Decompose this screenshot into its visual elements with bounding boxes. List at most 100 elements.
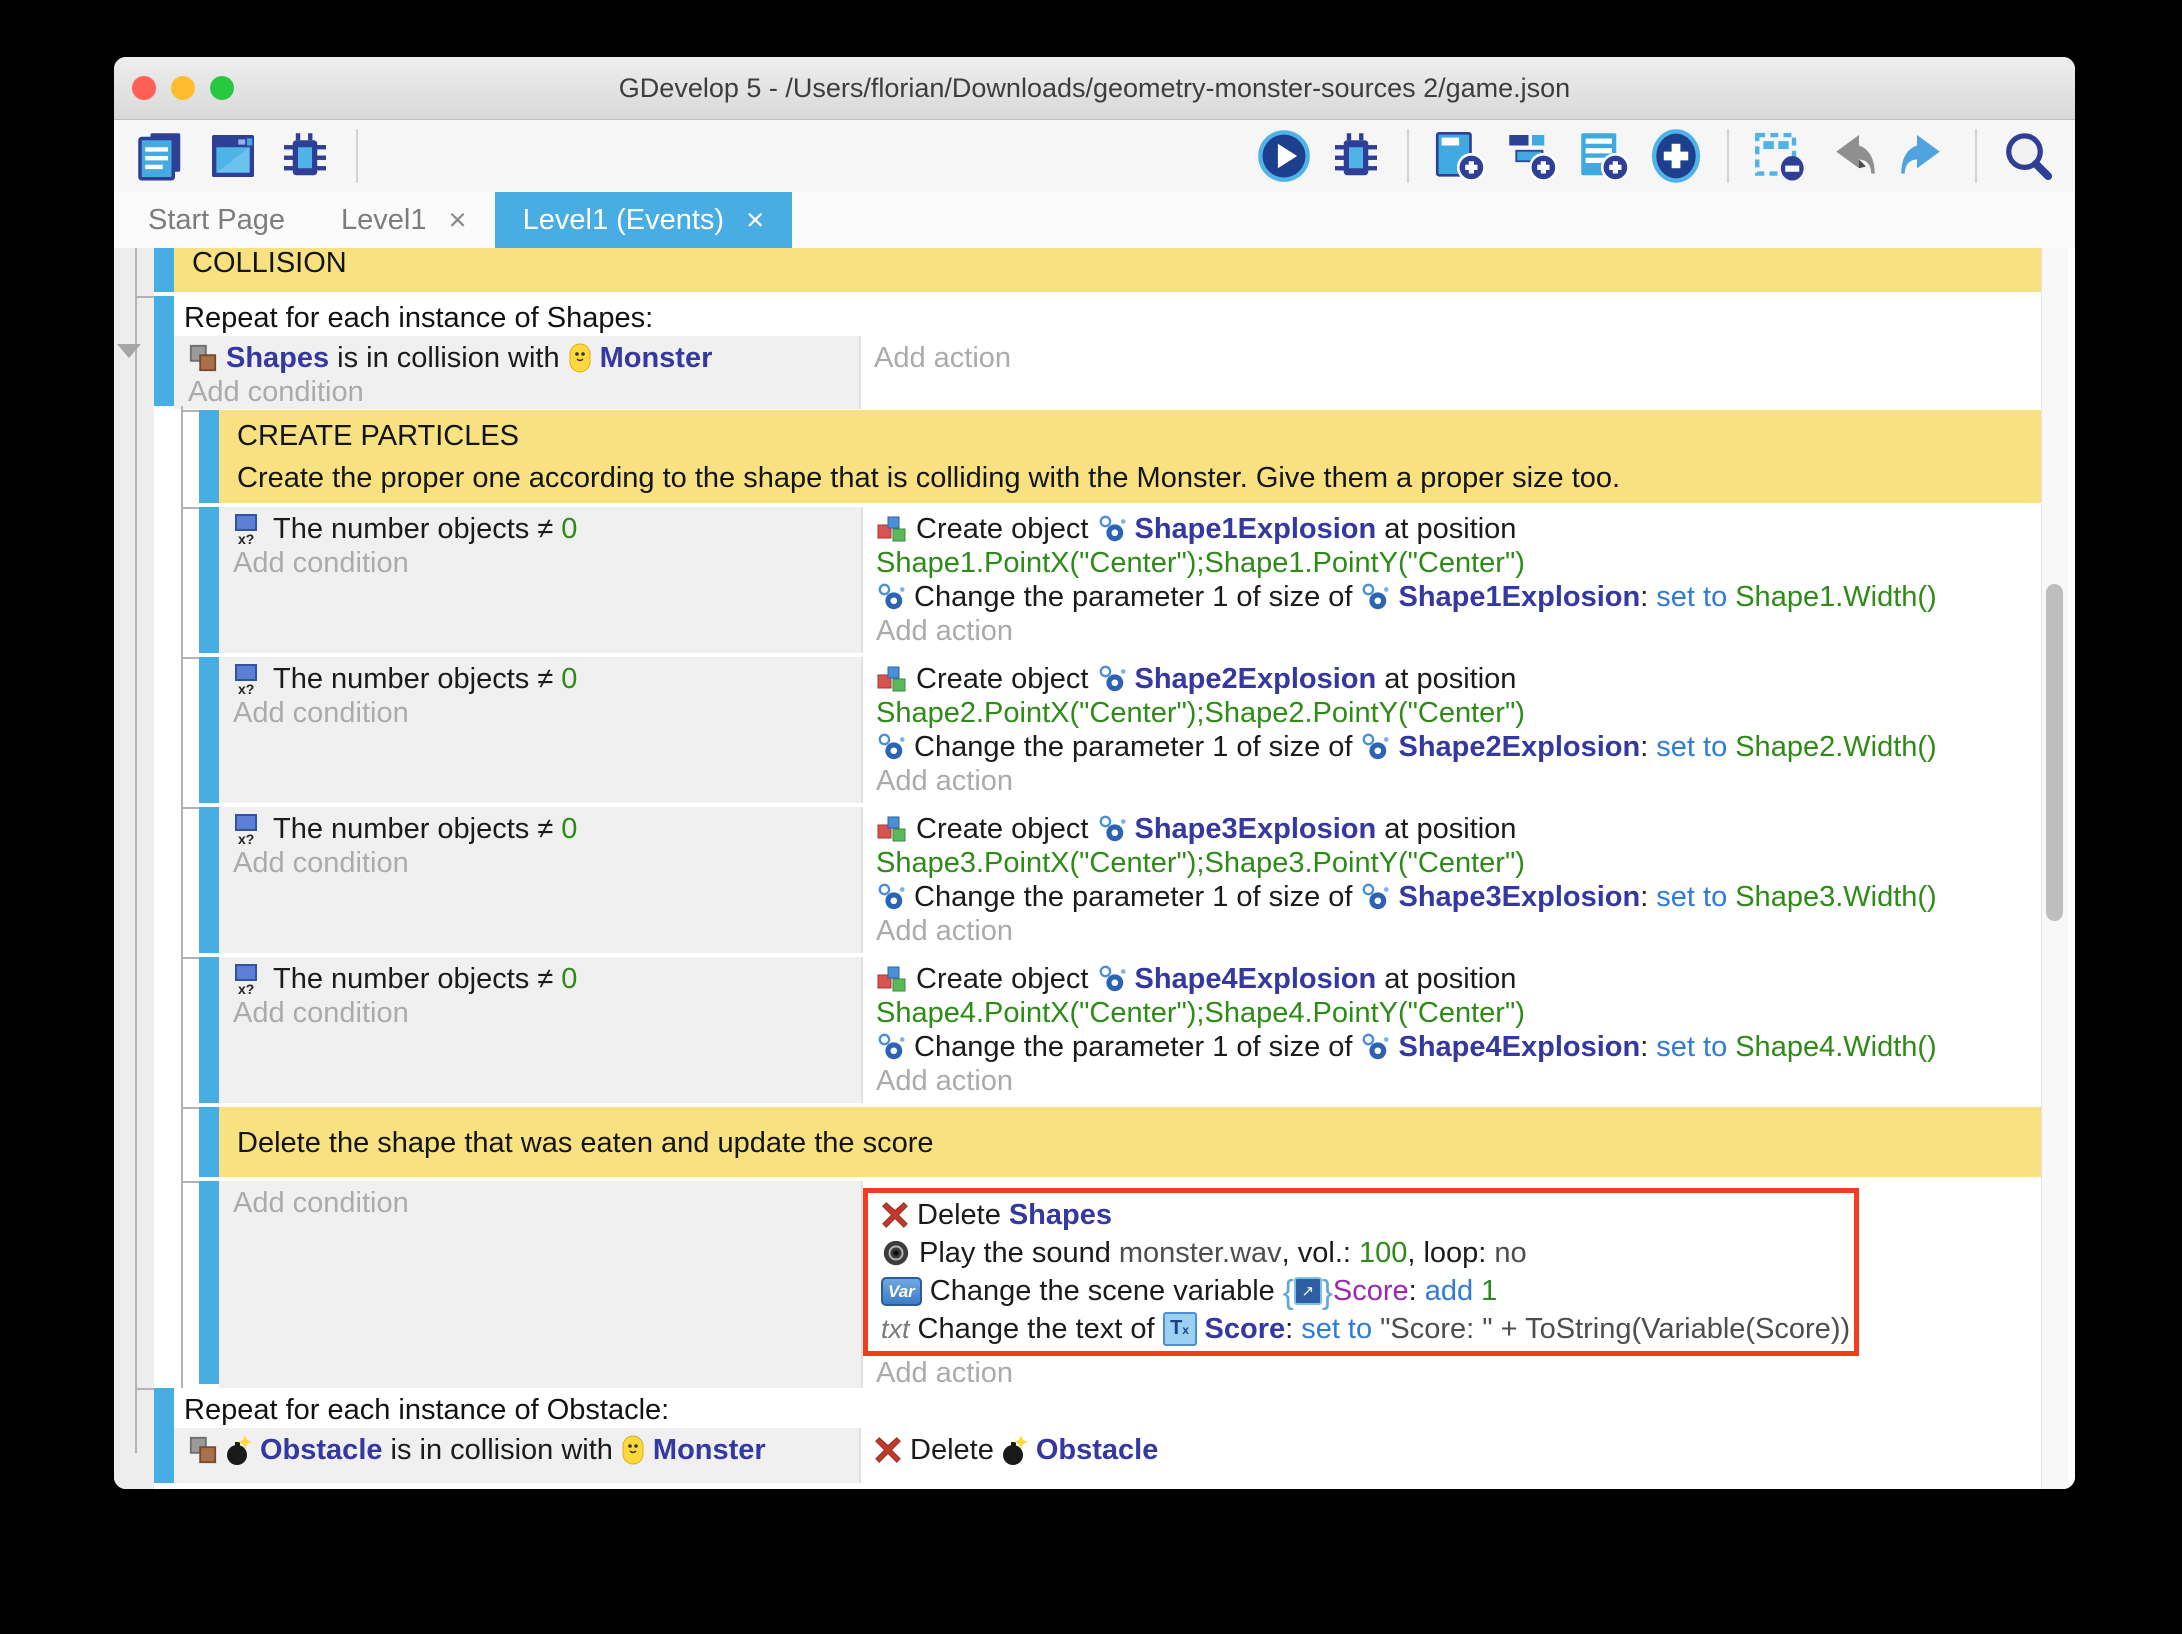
add-comment-icon[interactable] <box>1573 125 1635 187</box>
condition-number-objects[interactable]: x? The number objects ≠ 0 <box>219 962 861 996</box>
repeat-header[interactable]: Repeat for each instance of Obstacle: <box>174 1388 2041 1428</box>
event-selection-bar[interactable] <box>154 248 174 292</box>
add-action-link[interactable]: Add action <box>863 1356 2041 1390</box>
action-create-object[interactable]: Create object Shape3Explosion at positio… <box>863 812 2041 846</box>
comment-collision[interactable]: COLLISION <box>154 248 2041 292</box>
toolbar-separator <box>1407 129 1409 183</box>
condition-collision[interactable]: Obstacle is in collision with Monster <box>174 1433 859 1467</box>
brace-icon: { <box>1283 1275 1294 1308</box>
position-expression[interactable]: Shape2.PointX("Center");Shape2.PointY("C… <box>863 696 2041 730</box>
add-event-icon[interactable] <box>1429 125 1491 187</box>
add-condition-link[interactable]: Add condition <box>219 846 861 880</box>
action-create-object[interactable]: Create object Shape4Explosion at positio… <box>863 962 2041 996</box>
redo-icon[interactable] <box>1893 125 1955 187</box>
action-change-size[interactable]: Change the parameter 1 of size of Shape3… <box>863 880 2041 914</box>
action-change-variable[interactable]: Var Change the scene variable {↗}Score: … <box>868 1272 1844 1310</box>
create-object-icon <box>876 813 908 845</box>
tab-start-page[interactable]: Start Page <box>120 192 313 248</box>
event-body: x? The number objects ≠ 0 Add condition … <box>219 957 2041 1103</box>
condition-number-objects[interactable]: x? The number objects ≠ 0 <box>219 512 861 546</box>
event-selection-bar[interactable] <box>199 1181 219 1384</box>
repeat-header[interactable]: Repeat for each instance of Shapes: <box>174 296 2041 336</box>
event-selection-bar[interactable] <box>199 657 219 803</box>
particles-icon <box>1097 514 1127 544</box>
remove-event-icon[interactable] <box>1749 125 1811 187</box>
action-create-object[interactable]: Create object Shape1Explosion at positio… <box>863 512 2041 546</box>
add-condition-link[interactable]: Add condition <box>219 1186 861 1220</box>
event-selection-bar[interactable] <box>154 296 174 406</box>
event-repeat-shapes[interactable]: Repeat for each instance of Shapes: Shap… <box>154 296 2041 406</box>
event-body: Add condition Delete Shapes <box>219 1181 2041 1384</box>
condition-number-objects[interactable]: x? The number objects ≠ 0 <box>219 662 861 696</box>
condition-collision[interactable]: Shapes is in collision with Monster <box>174 341 859 375</box>
event-update-score[interactable]: Add condition Delete Shapes <box>199 1181 2041 1384</box>
action-play-sound[interactable]: Play the sound monster.wav, vol.: 100, l… <box>868 1234 1844 1272</box>
event-selection-bar[interactable] <box>199 410 219 503</box>
scene-editor-icon[interactable] <box>202 125 264 187</box>
add-action-link[interactable]: Add action <box>863 764 2041 798</box>
search-icon[interactable] <box>1997 125 2059 187</box>
position-expression[interactable]: Shape4.PointX("Center");Shape4.PointY("C… <box>863 996 2041 1030</box>
add-condition-link[interactable]: Add condition <box>219 996 861 1030</box>
add-action-link[interactable]: Add action <box>863 614 2041 648</box>
object-name: Shape1Explosion <box>1135 513 1377 546</box>
event-shape-explosion[interactable]: x? The number objects ≠ 0 Add condition … <box>199 807 2041 953</box>
action-change-size[interactable]: Change the parameter 1 of size of Shape2… <box>863 730 2041 764</box>
event-selection-bar[interactable] <box>199 1107 219 1177</box>
close-button[interactable] <box>132 76 156 100</box>
tab-level1[interactable]: Level1 × <box>313 192 495 248</box>
play-icon[interactable] <box>1253 125 1315 187</box>
action-change-size[interactable]: Change the parameter 1 of size of Shape4… <box>863 1030 2041 1064</box>
tab-level1-events[interactable]: Level1 (Events) × <box>495 192 793 248</box>
event-selection-bar[interactable] <box>199 507 219 653</box>
event-selection-bar[interactable] <box>199 957 219 1103</box>
add-condition-link[interactable]: Add condition <box>219 546 861 580</box>
add-action-link[interactable]: Add action <box>863 1064 2041 1098</box>
event-selection-bar[interactable] <box>154 1388 174 1483</box>
add-condition-link[interactable]: Add condition <box>174 375 859 409</box>
comment-body[interactable]: CREATE PARTICLES Create the proper one a… <box>219 410 2041 503</box>
tab-close-icon[interactable]: × <box>746 202 764 238</box>
event-shape-explosion[interactable]: x? The number objects ≠ 0 Add condition … <box>199 957 2041 1103</box>
comment-delete-shape[interactable]: Delete the shape that was eaten and upda… <box>199 1107 2041 1177</box>
action-text: Change the parameter 1 of size of <box>914 581 1352 614</box>
delete-cross-icon <box>881 1201 909 1229</box>
action-change-text[interactable]: txt Change the text of Tx Score: set to … <box>868 1310 1844 1348</box>
add-sub-event-icon[interactable] <box>1501 125 1563 187</box>
scrollbar-thumb[interactable] <box>2046 584 2063 921</box>
action-create-object[interactable]: Create object Shape2Explosion at positio… <box>863 662 2041 696</box>
collapse-arrow-icon[interactable] <box>117 344 141 358</box>
events-gutter <box>114 248 154 1489</box>
vertical-scrollbar[interactable] <box>2041 248 2068 1489</box>
event-columns: x? The number objects ≠ 0 Add condition … <box>219 957 2041 1103</box>
undo-icon[interactable] <box>1821 125 1883 187</box>
condition-number-objects[interactable]: x? The number objects ≠ 0 <box>219 812 861 846</box>
action-delete-obstacle[interactable]: Delete Obstacle <box>861 1433 2041 1467</box>
tab-label: Start Page <box>148 204 285 237</box>
position-expression[interactable]: Shape1.PointX("Center");Shape1.PointY("C… <box>863 546 2041 580</box>
comment-body[interactable]: Delete the shape that was eaten and upda… <box>219 1107 2041 1177</box>
event-shape-explosion[interactable]: x? The number objects ≠ 0 Add condition … <box>199 507 2041 653</box>
tab-close-icon[interactable]: × <box>449 202 467 238</box>
particles-icon <box>876 1032 906 1062</box>
action-change-size[interactable]: Change the parameter 1 of size of Shape1… <box>863 580 2041 614</box>
add-new-icon[interactable] <box>1645 125 1707 187</box>
event-selection-bar[interactable] <box>199 807 219 953</box>
event-shape-explosion[interactable]: x? The number objects ≠ 0 Add condition … <box>199 657 2041 803</box>
action-text: Change the parameter 1 of size of <box>914 881 1352 914</box>
add-condition-link[interactable]: Add condition <box>219 696 861 730</box>
object-name: Obstacle <box>1036 1434 1159 1467</box>
action-delete-shapes[interactable]: Delete Shapes <box>868 1196 1844 1234</box>
project-manager-icon[interactable] <box>130 125 192 187</box>
add-action-link[interactable]: Add action <box>863 914 2041 948</box>
event-columns: x? The number objects ≠ 0 Add condition … <box>219 657 2041 803</box>
comment-create-particles[interactable]: CREATE PARTICLES Create the proper one a… <box>199 410 2041 503</box>
minimize-button[interactable] <box>171 76 195 100</box>
zoom-button[interactable] <box>210 76 234 100</box>
add-action-link[interactable]: Add action <box>861 341 2041 375</box>
event-repeat-obstacle[interactable]: Repeat for each instance of Obstacle: Ob… <box>154 1388 2041 1483</box>
debugger-icon[interactable] <box>274 125 336 187</box>
debug-run-icon[interactable] <box>1325 125 1387 187</box>
comment-body[interactable]: COLLISION <box>174 248 2041 292</box>
position-expression[interactable]: Shape3.PointX("Center");Shape3.PointY("C… <box>863 846 2041 880</box>
